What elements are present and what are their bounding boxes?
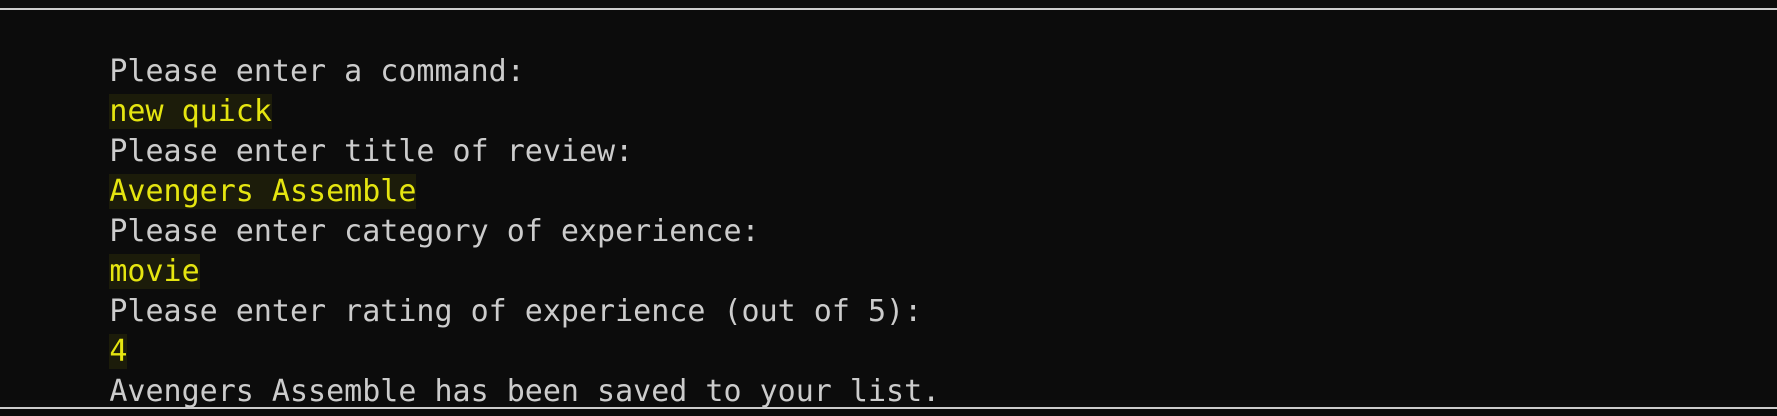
rating-prompt: Please enter rating of experience (out o… [109, 294, 923, 329]
command-prompt: Please enter a command: [109, 54, 525, 89]
terminal-window[interactable]: Please enter a command: new quick Please… [0, 0, 1777, 416]
rating-input: 4 [109, 334, 128, 369]
bottom-divider [0, 407, 1777, 409]
terminal-output: Please enter a command: new quick Please… [1, 12, 940, 409]
category-prompt: Please enter category of experience: [109, 214, 760, 249]
category-input: movie [109, 254, 200, 289]
save-confirmation-message: Avengers Assemble has been saved to your… [109, 374, 941, 409]
command-input: new quick [109, 94, 272, 129]
top-divider [0, 8, 1777, 10]
terminal-line: Please enter a command: [1, 12, 940, 89]
title-input: Avengers Assemble [109, 174, 417, 209]
title-prompt: Please enter title of review: [109, 134, 634, 169]
terminal-line: Avengers Assemble has been saved to your… [1, 332, 940, 409]
